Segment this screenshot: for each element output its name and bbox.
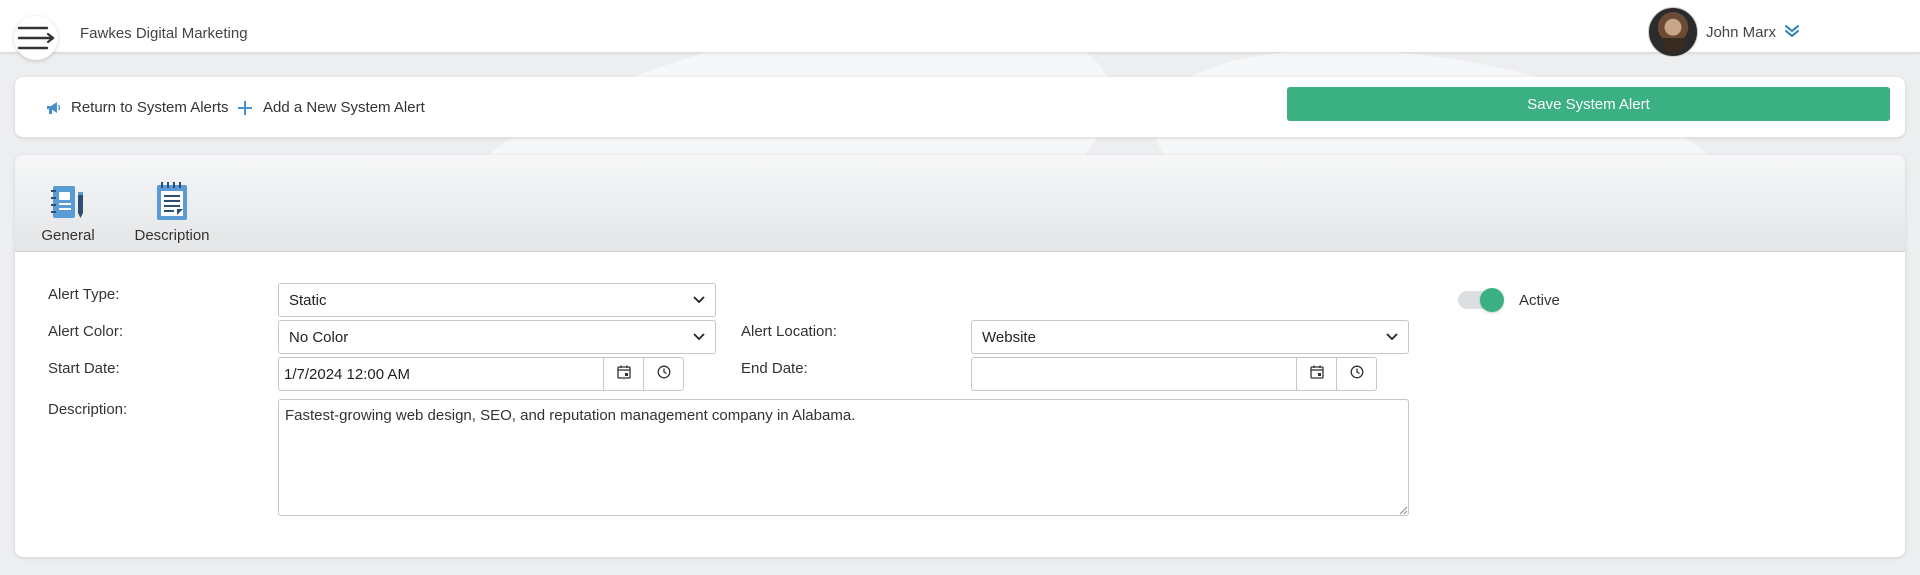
tab-bar: General Description (15, 155, 1905, 252)
alert-location-select[interactable]: Website (971, 320, 1409, 354)
alert-color-label: Alert Color: (48, 323, 124, 340)
start-date-time-button[interactable] (643, 358, 683, 390)
company-name: Fawkes Digital Marketing (80, 25, 248, 42)
alert-form-panel: General Description Alert Type: Static A… (15, 155, 1905, 557)
calendar-icon (616, 365, 631, 384)
plus-icon (237, 100, 253, 116)
avatar (1647, 7, 1698, 57)
description-label: Description: (48, 401, 128, 418)
alert-type-value: Static (289, 291, 327, 309)
end-date-label: End Date: (741, 360, 808, 377)
start-date-group (278, 357, 684, 391)
active-toggle[interactable] (1458, 288, 1505, 312)
hamburger-icon (17, 25, 55, 51)
user-name: John Marx (1705, 23, 1776, 41)
chevron-down-icon (693, 333, 705, 341)
end-date-time-button[interactable] (1336, 358, 1376, 390)
top-bar: Fawkes Digital Marketing John Marx (0, 0, 1920, 60)
tab-general-label: General (41, 227, 95, 244)
alert-color-value: No Color (289, 328, 349, 346)
alert-color-select[interactable]: No Color (278, 320, 716, 354)
start-date-calendar-button[interactable] (603, 358, 643, 390)
end-date-group (971, 357, 1377, 391)
return-to-alerts-link[interactable]: Return to System Alerts (45, 99, 229, 116)
notebook-pen-icon (40, 179, 96, 221)
alert-type-select[interactable]: Static (278, 283, 716, 317)
megaphone-icon (45, 101, 61, 115)
start-date-input[interactable] (279, 358, 603, 390)
start-date-label: Start Date: (48, 360, 120, 377)
clock-icon (1350, 365, 1364, 384)
tab-description-label: Description (134, 227, 210, 244)
alert-location-value: Website (982, 328, 1036, 346)
clock-icon (657, 365, 671, 384)
notepad-icon (132, 179, 212, 221)
end-date-calendar-button[interactable] (1296, 358, 1336, 390)
calendar-icon (1309, 365, 1324, 384)
return-link-label: Return to System Alerts (71, 99, 229, 116)
alert-location-label: Alert Location: (741, 323, 837, 340)
alert-type-label: Alert Type: (48, 286, 120, 303)
end-date-input[interactable] (972, 358, 1296, 390)
chevron-down-icon (1386, 333, 1398, 341)
toggle-knob (1480, 288, 1504, 312)
add-new-alert-link[interactable]: Add a New System Alert (237, 99, 425, 116)
action-bar: Return to System Alerts Add a New System… (15, 77, 1905, 137)
description-textarea[interactable]: Fastest-growing web design, SEO, and rep… (278, 399, 1409, 516)
chevron-down-icon (1784, 22, 1800, 43)
save-alert-button[interactable]: Save System Alert (1287, 87, 1890, 121)
user-menu[interactable]: John Marx (1647, 6, 1800, 58)
tab-general[interactable]: General (40, 179, 96, 244)
active-label: Active (1519, 292, 1560, 309)
menu-button[interactable] (14, 16, 58, 60)
chevron-down-icon (693, 296, 705, 304)
add-link-label: Add a New System Alert (263, 99, 425, 116)
tab-description[interactable]: Description (132, 179, 212, 244)
